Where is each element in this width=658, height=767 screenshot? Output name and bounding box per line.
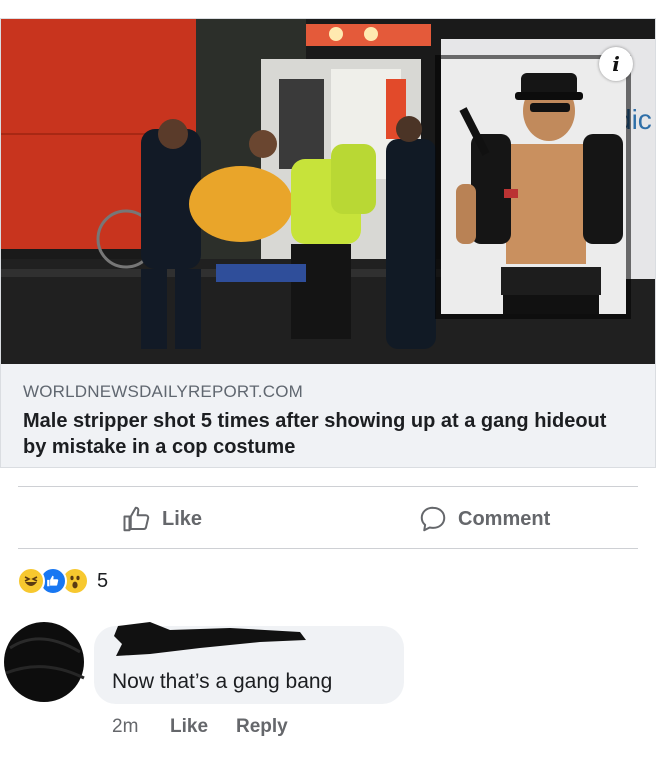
like-button[interactable]: Like <box>122 502 202 536</box>
reaction-summary[interactable]: 5 <box>17 567 108 595</box>
comment-timestamp[interactable]: 2m <box>112 716 138 738</box>
reaction-count: 5 <box>97 569 109 592</box>
comment-bubble-icon <box>420 506 446 532</box>
comment-button[interactable]: Comment <box>418 502 550 536</box>
redacted-commenter-name <box>114 622 306 656</box>
haha-icon <box>17 567 45 595</box>
commenter-avatar[interactable] <box>0 618 88 704</box>
link-preview-image[interactable]: dic i <box>1 19 655 364</box>
link-preview-card[interactable]: dic i WORLDNEWSDAILYREPORT.COM Male stri… <box>0 18 656 468</box>
link-headline[interactable]: Male stripper shot 5 times after showing… <box>23 408 623 460</box>
like-label: Like <box>162 507 203 530</box>
comment-reply-button[interactable]: Reply <box>236 716 288 738</box>
link-preview-meta[interactable]: WORLDNEWSDAILYREPORT.COM Male stripper s… <box>1 364 655 467</box>
action-bar-bottom-divider <box>18 548 638 549</box>
comment-like-button[interactable]: Like <box>170 716 208 738</box>
action-bar-top-divider <box>18 486 638 487</box>
comment-text: Now that’s a gang bang <box>112 670 333 693</box>
link-domain: WORLDNEWSDAILYREPORT.COM <box>23 382 303 401</box>
info-icon[interactable]: i <box>599 47 633 81</box>
news-photo-collage: dic <box>1 19 655 364</box>
comment-label: Comment <box>458 507 551 530</box>
thumbs-up-icon <box>123 506 150 532</box>
